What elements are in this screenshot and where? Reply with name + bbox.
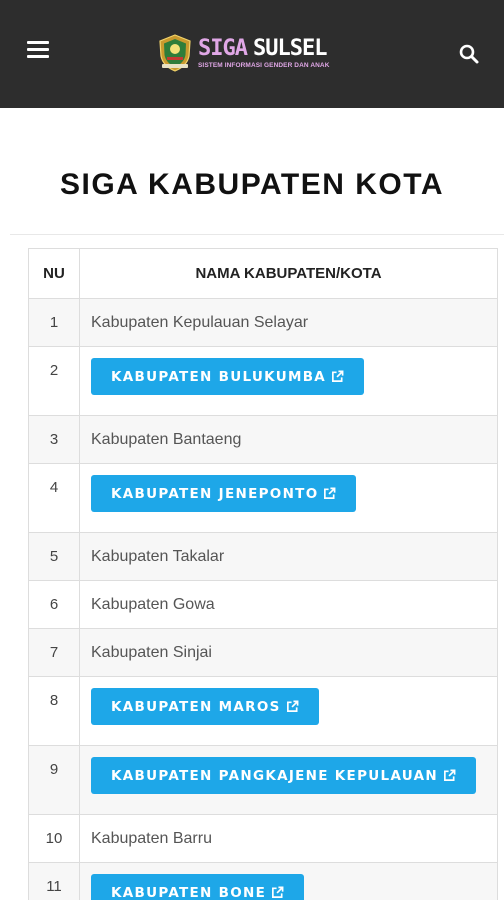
row-number: 9 [28,745,80,815]
row-number: 3 [28,415,80,464]
row-link-cell: KABUPATEN PANGKAJENE KEPULAUAN [79,745,498,815]
table-row: 3 Kabupaten Bantaeng [28,415,498,464]
site-logo[interactable]: SIGA SULSEL SISTEM INFORMASI GENDER DAN A… [158,33,330,73]
row-name: Kabupaten Kepulauan Selayar [79,298,498,347]
kabupaten-link-label: KABUPATEN PANGKAJENE KEPULAUAN [111,767,438,784]
row-number: 1 [28,298,80,347]
table-body: 1 Kabupaten Kepulauan Selayar 2 KABUPATEN B… [28,298,498,900]
row-number: 11 [28,862,80,900]
table-row: 8 KABUPATEN MAROS [28,676,498,746]
row-link-cell: KABUPATEN MAROS [79,676,498,746]
kabupaten-link-label: KABUPATEN MAROS [111,698,281,715]
row-link-cell: KABUPATEN BULUKUMBA [79,346,498,416]
table-header-row: NU NAMA KABUPATEN/KOTA [28,248,498,299]
row-name: Kabupaten Barru [79,814,498,863]
table-row: 9 KABUPATEN PANGKAJENE KEPULAUAN [28,745,498,815]
external-link-icon [444,769,456,781]
kabupaten-link-label: KABUPATEN JENEPONTO [111,485,319,502]
table-row: 7 Kabupaten Sinjai [28,628,498,677]
search-icon[interactable] [458,43,480,65]
row-number: 6 [28,580,80,629]
column-header-nu: NU [28,248,80,299]
top-app-bar: SIGA SULSEL SISTEM INFORMASI GENDER DAN A… [0,0,504,108]
row-name: Kabupaten Sinjai [79,628,498,677]
row-number: 7 [28,628,80,677]
table-row: 4 KABUPATEN JENEPONTO [28,463,498,533]
kabupaten-link-button[interactable]: KABUPATEN PANGKAJENE KEPULAUAN [91,757,476,794]
kabupaten-link-button[interactable]: KABUPATEN MAROS [91,688,319,725]
brand-name-siga: SIGA [198,36,248,61]
table-row: 11 KABUPATEN BONE [28,862,498,900]
kabupaten-link-button[interactable]: KABUPATEN BONE [91,874,305,900]
row-number: 5 [28,532,80,581]
table-row: 2 KABUPATEN BULUKUMBA [28,346,498,416]
row-name: Kabupaten Gowa [79,580,498,629]
external-link-icon [272,886,284,898]
row-link-cell: KABUPATEN JENEPONTO [79,463,498,533]
title-divider [10,234,504,235]
external-link-icon [286,700,299,712]
row-number: 8 [28,676,80,746]
row-link-cell: KABUPATEN BONE [79,862,498,900]
table-row: 1 Kabupaten Kepulauan Selayar [28,298,498,347]
kabupaten-link-button[interactable]: KABUPATEN BULUKUMBA [91,358,365,395]
row-name: Kabupaten Takalar [79,532,498,581]
kabupaten-link-label: KABUPATEN BONE [111,884,267,900]
table-row: 6 Kabupaten Gowa [28,580,498,629]
row-number: 10 [28,814,80,863]
table-row: 5 Kabupaten Takalar [28,532,498,581]
row-name: Kabupaten Bantaeng [79,415,498,464]
brand-name-sulsel: SULSEL [252,36,327,61]
page-title: SIGA KABUPATEN KOTA [59,168,445,201]
hamburger-menu-icon[interactable] [27,41,49,58]
external-link-icon [332,370,344,382]
row-number: 4 [28,463,80,533]
external-link-icon [324,487,336,499]
brand-subtitle: SISTEM INFORMASI GENDER DAN ANAK [198,62,330,69]
row-number: 2 [28,346,80,416]
kabupaten-link-label: KABUPATEN BULUKUMBA [111,368,327,385]
kabupaten-table: NU NAMA KABUPATEN/KOTA 1 Kabupaten Kepula… [28,248,498,900]
column-header-name: NAMA KABUPATEN/KOTA [79,248,498,299]
table-row: 10 Kabupaten Barru [28,814,498,863]
sulsel-emblem-icon [159,34,191,72]
kabupaten-link-button[interactable]: KABUPATEN JENEPONTO [91,475,357,512]
